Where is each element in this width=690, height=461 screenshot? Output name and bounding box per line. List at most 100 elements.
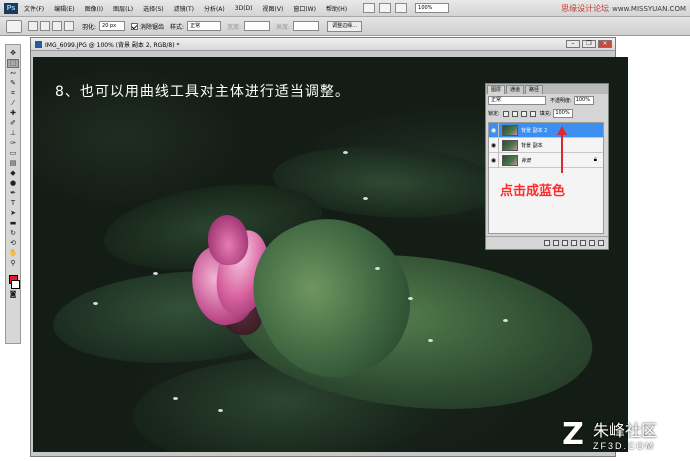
logo-url: ZF3D.COM [593,441,655,451]
minimize-button[interactable]: – [566,40,580,48]
water-drop [428,339,433,342]
lock-position-icon[interactable] [520,110,527,117]
adjustment-layer-icon[interactable] [571,240,577,246]
menu-bar: Ps 文件(F) 编辑(E) 图像(I) 图层(L) 选择(S) 滤镜(T) 分… [0,0,690,17]
zoom-level-select[interactable]: 100% [415,3,450,13]
background-color-swatch[interactable] [11,280,20,289]
menu-3d[interactable]: 3D(D) [235,5,253,12]
eraser-tool-icon[interactable]: ▭ [7,149,19,158]
link-layers-icon[interactable] [544,240,550,246]
lasso-tool-icon[interactable]: ∾ [7,69,19,78]
photoshop-logo: Ps [4,2,18,14]
subtract-selection-icon[interactable] [52,21,62,31]
height-input[interactable] [293,21,320,31]
zf3d-logo: Z 朱峰社区 ZF3D.COM [556,411,686,457]
quick-select-tool-icon[interactable]: ✎ [7,79,19,88]
layer-name: 背景 [521,157,532,164]
menu-filter[interactable]: 滤镜(T) [174,4,194,13]
panel-tabs: 图层 通道 路径 [486,84,608,94]
visibility-eye-icon[interactable]: ◉ [489,122,499,138]
zoom-tool-icon[interactable]: ⚲ [7,259,19,268]
eyedropper-tool-icon[interactable]: ⁄ [7,99,19,108]
dodge-tool-icon[interactable]: ● [7,179,19,188]
fill-label: 填充: [539,111,552,117]
menu-file[interactable]: 文件(F) [24,4,44,13]
feather-input[interactable]: 20 px [99,21,126,31]
site-watermark: 思缘设计论坛 www.MISSYUAN.COM [561,3,686,14]
height-label: 高度: [276,23,291,31]
clone-stamp-tool-icon[interactable]: ⊥ [7,129,19,138]
healing-brush-tool-icon[interactable]: ✚ [7,109,19,118]
layer-row-background-copy[interactable]: ◉ 背景 副本 [489,137,603,153]
tab-layers[interactable]: 图层 [487,85,506,94]
tab-channels[interactable]: 通道 [506,85,525,94]
shape-tool-icon[interactable]: ▬ [7,219,19,228]
layer-thumbnail [502,139,518,151]
layer-thumbnail [502,124,518,136]
new-layer-icon[interactable] [589,240,595,246]
lock-all-icon[interactable] [529,110,536,117]
menu-select[interactable]: 选择(S) [143,4,164,13]
hand-view-icon[interactable] [379,3,392,13]
layer-mask-icon[interactable] [562,240,568,246]
menu-image[interactable]: 图像(I) [85,4,103,13]
intersect-selection-icon[interactable] [64,21,74,31]
annotation-text: 点击成蓝色 [500,184,566,199]
crop-tool-icon[interactable]: ⌗ [7,89,19,98]
water-drop [218,409,223,412]
lock-row: 锁定: 填充: 100% [486,107,608,120]
delete-layer-icon[interactable] [598,240,604,246]
menu-layer[interactable]: 图层(L) [113,4,133,13]
watermark-site: www.MISSYUAN.COM [612,5,686,13]
bridge-icon[interactable] [363,3,376,13]
move-tool-icon[interactable]: ✥ [7,49,19,58]
document-tab[interactable]: IMG_6099.JPG @ 100% (背景 副本 2, RGB/8) * [31,38,615,51]
watermark-title: 思缘设计论坛 [561,4,610,13]
menu-analysis[interactable]: 分析(A) [204,4,225,13]
visibility-eye-icon[interactable]: ◉ [489,137,499,153]
layer-style-icon[interactable] [553,240,559,246]
blend-mode-select[interactable]: 正常 [488,96,546,105]
annotation-arrow-line [561,133,563,173]
menu-view[interactable]: 视图(V) [263,4,284,13]
style-select[interactable]: 正常 [187,21,222,31]
opacity-input[interactable]: 100% [573,96,594,105]
fill-input[interactable]: 100% [553,109,574,118]
layer-row-background-copy-2[interactable]: ◉ 背景 副本 2 [489,122,603,138]
hand-tool-icon[interactable]: ✋ [7,249,19,258]
logo-name: 朱峰社区 [593,421,658,440]
brush-tool-icon[interactable]: ✐ [7,119,19,128]
tab-paths[interactable]: 路径 [525,85,544,94]
3d-orbit-tool-icon[interactable]: ⟲ [7,239,19,248]
menu-edit[interactable]: 编辑(E) [54,4,74,13]
path-selection-tool-icon[interactable]: ➤ [7,209,19,218]
width-input[interactable] [244,21,271,31]
pen-tool-icon[interactable]: ✒ [7,189,19,198]
visibility-eye-icon[interactable]: ◉ [489,152,499,168]
menu-window[interactable]: 窗口(W) [293,4,316,13]
new-group-icon[interactable] [580,240,586,246]
quick-mask-icon[interactable]: ◙ [7,290,19,299]
tool-preset-picker[interactable] [6,19,22,33]
antialias-checkbox[interactable] [131,22,139,30]
layer-row-background[interactable]: ◉ 背景 🔒︎ [489,152,603,168]
layer-name: 背景 副本 2 [521,127,548,134]
3d-rotate-tool-icon[interactable]: ↻ [7,229,19,238]
blur-tool-icon[interactable]: ◆ [7,169,19,178]
menu-help[interactable]: 帮助(H) [326,4,347,13]
gradient-tool-icon[interactable]: ▤ [7,159,19,168]
lock-pixels-icon[interactable] [511,110,518,117]
close-button[interactable]: × [598,40,612,48]
restore-button[interactable]: ❐ [582,40,596,48]
water-drop [408,297,413,300]
water-drop [153,272,158,275]
new-selection-icon[interactable] [28,21,38,31]
history-brush-tool-icon[interactable]: ✑ [7,139,19,148]
type-tool-icon[interactable]: T [7,199,19,208]
marquee-tool-icon[interactable]: ⬚ [7,59,19,68]
lock-transparency-icon[interactable] [502,110,509,117]
tutorial-step-caption: 8、也可以用曲线工具对主体进行适当调整。 [55,84,350,100]
arrange-documents-icon[interactable] [395,3,408,13]
add-selection-icon[interactable] [40,21,50,31]
refine-edge-button[interactable]: 调整边缘... [327,20,362,32]
